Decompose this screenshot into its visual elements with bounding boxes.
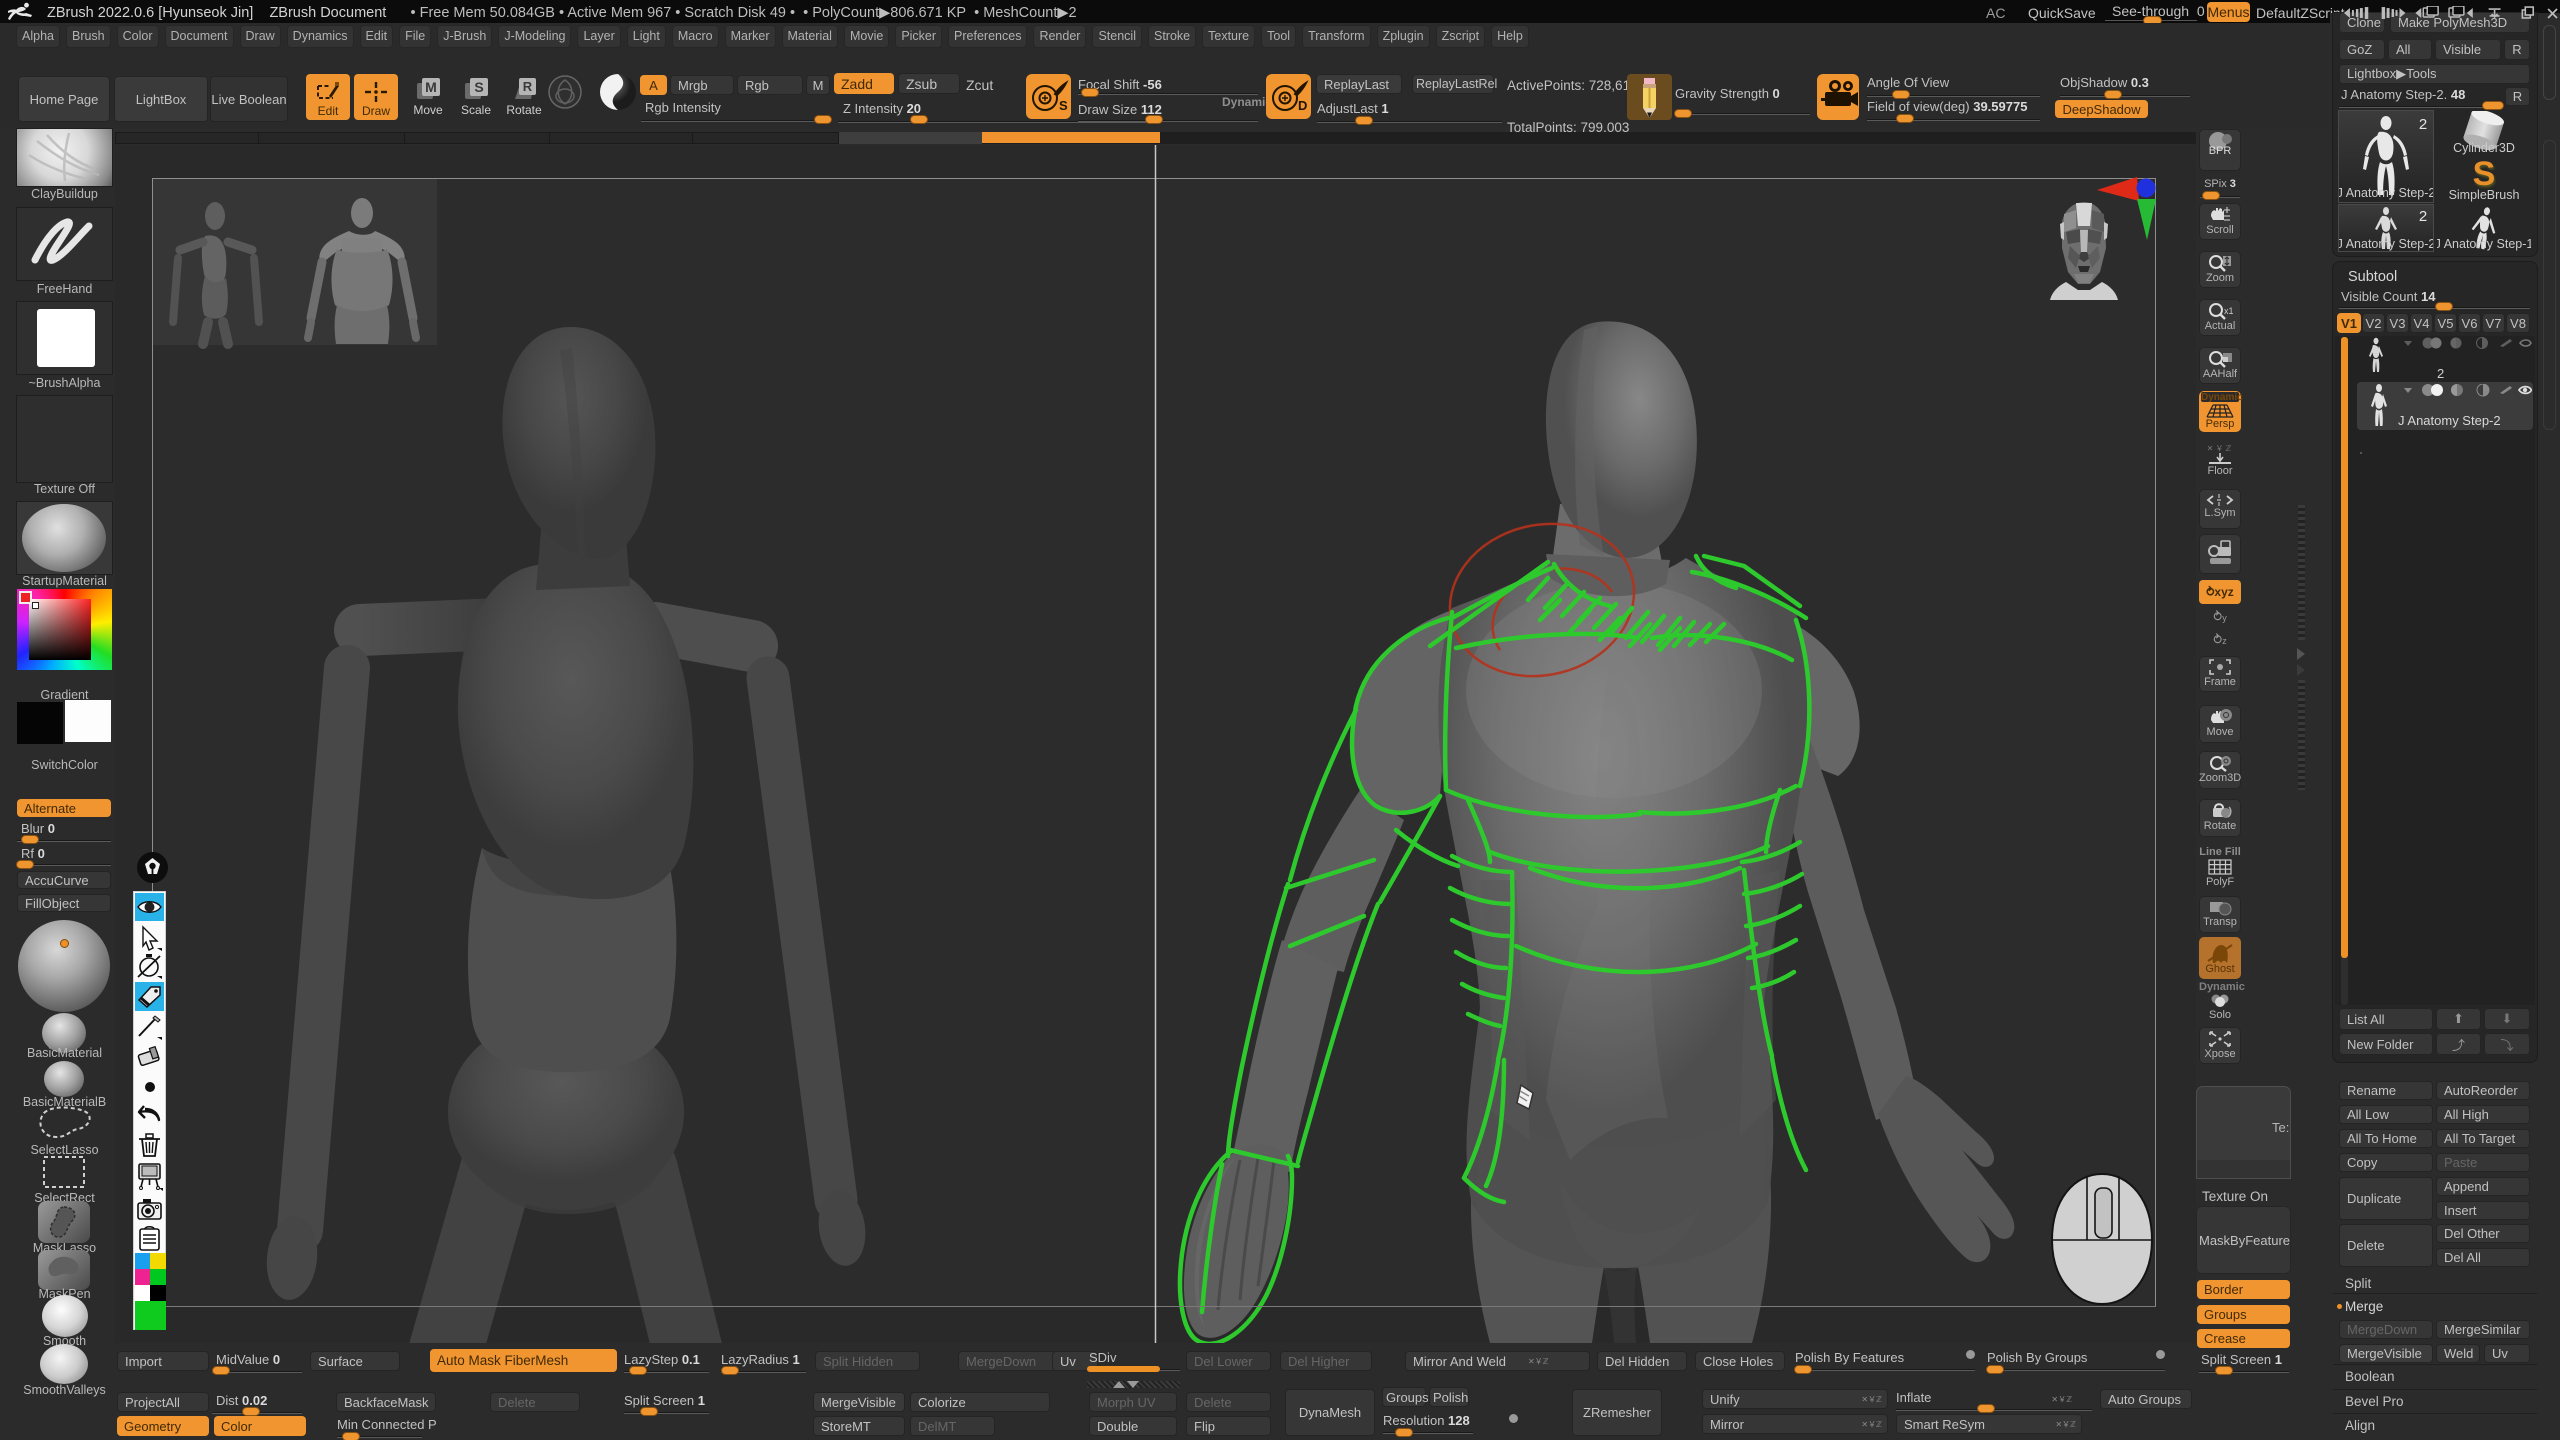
svg-text:M: M: [425, 79, 437, 95]
svg-text:2: 2: [2419, 116, 2427, 133]
svg-text:J Anatomy Step-2: J Anatomy Step-2: [2339, 186, 2433, 200]
svg-text:S: S: [1059, 98, 1068, 113]
svg-text:Cylinder3D: Cylinder3D: [2453, 141, 2515, 155]
svg-text:J Anatomy Step-2: J Anatomy Step-2: [2339, 237, 2433, 251]
svg-text:SimpleBrush: SimpleBrush: [2449, 188, 2520, 202]
svg-text:x1: x1: [2224, 306, 2233, 316]
svg-text:J Anatomy Step-1: J Anatomy Step-1: [2437, 237, 2531, 251]
svg-text:2: 2: [2419, 208, 2427, 225]
svg-text:R: R: [523, 79, 533, 94]
svg-text:S: S: [474, 79, 483, 95]
svg-text:D: D: [1298, 98, 1307, 113]
